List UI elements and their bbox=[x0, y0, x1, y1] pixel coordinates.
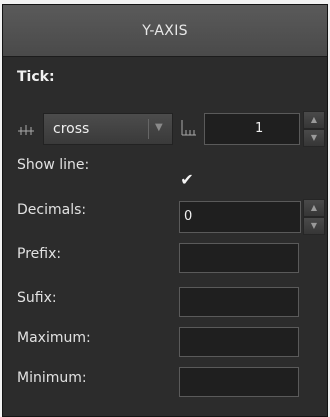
minimum-label: Minimum: bbox=[17, 370, 87, 386]
maximum-input[interactable] bbox=[179, 327, 299, 357]
chevron-down-icon[interactable]: ▼ bbox=[155, 122, 163, 133]
stepper-down-icon[interactable]: ▼ bbox=[303, 217, 325, 235]
tick-style-value: cross bbox=[53, 121, 90, 137]
stepper-up-icon[interactable]: ▲ bbox=[303, 111, 325, 129]
prefix-input[interactable] bbox=[179, 243, 299, 273]
prefix-label: Prefix: bbox=[17, 246, 62, 262]
sufix-input[interactable] bbox=[179, 287, 299, 317]
tick-interval-stepper[interactable]: ▲ ▼ bbox=[303, 111, 325, 147]
y-axis-panel: Y-AXIS Tick: cross ▼ 1 ▲ ▼ Show line: ✔ … bbox=[2, 4, 328, 417]
stepper-down-icon[interactable]: ▼ bbox=[303, 129, 325, 147]
show-line-checkbox[interactable]: ✔ bbox=[177, 169, 197, 189]
tick-style-dropdown[interactable]: cross ▼ bbox=[43, 113, 173, 145]
tick-interval-value: 1 bbox=[255, 121, 264, 136]
dropdown-separator bbox=[148, 119, 149, 139]
tick-cross-icon bbox=[18, 125, 34, 135]
tick-interval-icon bbox=[181, 120, 196, 136]
decimals-input[interactable]: 0 bbox=[179, 201, 301, 233]
minimum-input[interactable] bbox=[179, 367, 299, 397]
checkmark-icon: ✔ bbox=[180, 169, 194, 189]
decimals-label: Decimals: bbox=[17, 202, 87, 218]
tick-interval-input[interactable]: 1 bbox=[204, 113, 300, 145]
sufix-label: Sufix: bbox=[17, 290, 57, 306]
stepper-up-icon[interactable]: ▲ bbox=[303, 199, 325, 217]
decimals-stepper[interactable]: ▲ ▼ bbox=[303, 199, 325, 235]
tick-section-label: Tick: bbox=[17, 69, 55, 85]
decimals-value: 0 bbox=[184, 209, 193, 224]
maximum-label: Maximum: bbox=[17, 330, 91, 346]
panel-title: Y-AXIS bbox=[142, 22, 188, 39]
panel-header: Y-AXIS bbox=[3, 5, 327, 57]
show-line-label: Show line: bbox=[17, 157, 90, 173]
